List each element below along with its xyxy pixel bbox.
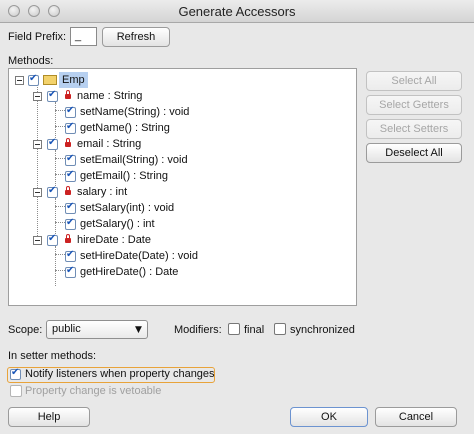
field-checkbox-salary[interactable] <box>47 185 58 198</box>
method-checkbox-gethiredate[interactable] <box>65 265 76 278</box>
methods-tree[interactable]: Emp name : String setName(String) : void… <box>8 68 357 306</box>
collapse-toggle-hiredate[interactable] <box>33 236 42 245</box>
field-label-hiredate: hireDate : Date <box>77 234 151 246</box>
field-label-salary: salary : int <box>77 186 128 198</box>
methods-label: Methods: <box>8 55 54 67</box>
scope-select[interactable]: public ▼ <box>46 320 148 339</box>
refresh-button[interactable]: Refresh <box>102 27 170 47</box>
method-label-getsalary: getSalary() : int <box>80 218 155 230</box>
dropdown-arrow-icon: ▼ <box>135 325 142 335</box>
select-all-button[interactable]: Select All <box>366 71 462 91</box>
method-checkbox-getemail[interactable] <box>65 169 76 182</box>
method-label-sethiredate: setHireDate(Date) : void <box>80 250 198 262</box>
tree-root-label[interactable]: Emp <box>59 72 88 88</box>
scope-label: Scope: <box>8 324 43 336</box>
private-lock-icon <box>65 90 71 99</box>
vetoable-checkbox[interactable] <box>10 385 22 397</box>
final-label: final <box>244 324 265 336</box>
field-checkbox-hiredate[interactable] <box>47 233 58 246</box>
collapse-toggle-name[interactable] <box>33 92 42 101</box>
field-prefix-input[interactable]: _ <box>70 27 97 46</box>
final-checkbox[interactable] <box>228 323 240 335</box>
method-checkbox-getname[interactable] <box>65 121 76 134</box>
synchronized-checkbox[interactable] <box>274 323 286 335</box>
window-title: Generate Accessors <box>178 4 296 19</box>
method-label-gethiredate: getHireDate() : Date <box>80 266 179 278</box>
cancel-button[interactable]: Cancel <box>375 407 457 427</box>
field-checkbox-email[interactable] <box>47 137 58 150</box>
method-checkbox-setsalary[interactable] <box>65 201 76 214</box>
collapse-toggle-email[interactable] <box>33 140 42 149</box>
refresh-label: Refresh <box>116 31 156 43</box>
private-lock-icon <box>65 186 71 195</box>
method-checkbox-setname[interactable] <box>65 105 76 118</box>
root-checkbox[interactable] <box>28 73 39 86</box>
collapse-toggle-salary[interactable] <box>33 188 42 197</box>
method-label-setname: setName(String) : void <box>80 106 190 118</box>
scope-value: public <box>52 323 81 335</box>
method-label-getemail: getEmail() : String <box>80 170 169 182</box>
class-icon <box>43 75 57 85</box>
method-checkbox-getsalary[interactable] <box>65 217 76 230</box>
select-getters-button[interactable]: Select Getters <box>366 95 462 115</box>
method-label-setemail: setEmail(String) : void <box>80 154 188 166</box>
notify-listeners-label: Notify listeners when property changes <box>25 368 215 380</box>
help-button[interactable]: Help <box>8 407 90 427</box>
notify-listeners-checkbox[interactable] <box>10 367 21 380</box>
field-label-name: name : String <box>77 90 143 102</box>
field-prefix-label: Field Prefix: <box>8 31 67 43</box>
synchronized-label: synchronized <box>290 324 355 336</box>
setter-section-label: In setter methods: <box>8 350 97 362</box>
field-checkbox-name[interactable] <box>47 89 58 102</box>
field-label-email: email : String <box>77 138 142 150</box>
method-label-getname: getName() : String <box>80 122 170 134</box>
vetoable-label: Property change is vetoable <box>25 385 162 397</box>
private-lock-icon <box>65 234 71 243</box>
select-setters-button[interactable]: Select Setters <box>366 119 462 139</box>
collapse-toggle-root[interactable] <box>15 76 24 85</box>
deselect-all-button[interactable]: Deselect All <box>366 143 462 163</box>
method-checkbox-setemail[interactable] <box>65 153 76 166</box>
modifiers-label: Modifiers: <box>174 324 222 336</box>
method-checkbox-sethiredate[interactable] <box>65 249 76 262</box>
method-label-setsalary: setSalary(int) : void <box>80 202 175 214</box>
ok-button[interactable]: OK <box>290 407 368 427</box>
private-lock-icon <box>65 138 71 147</box>
